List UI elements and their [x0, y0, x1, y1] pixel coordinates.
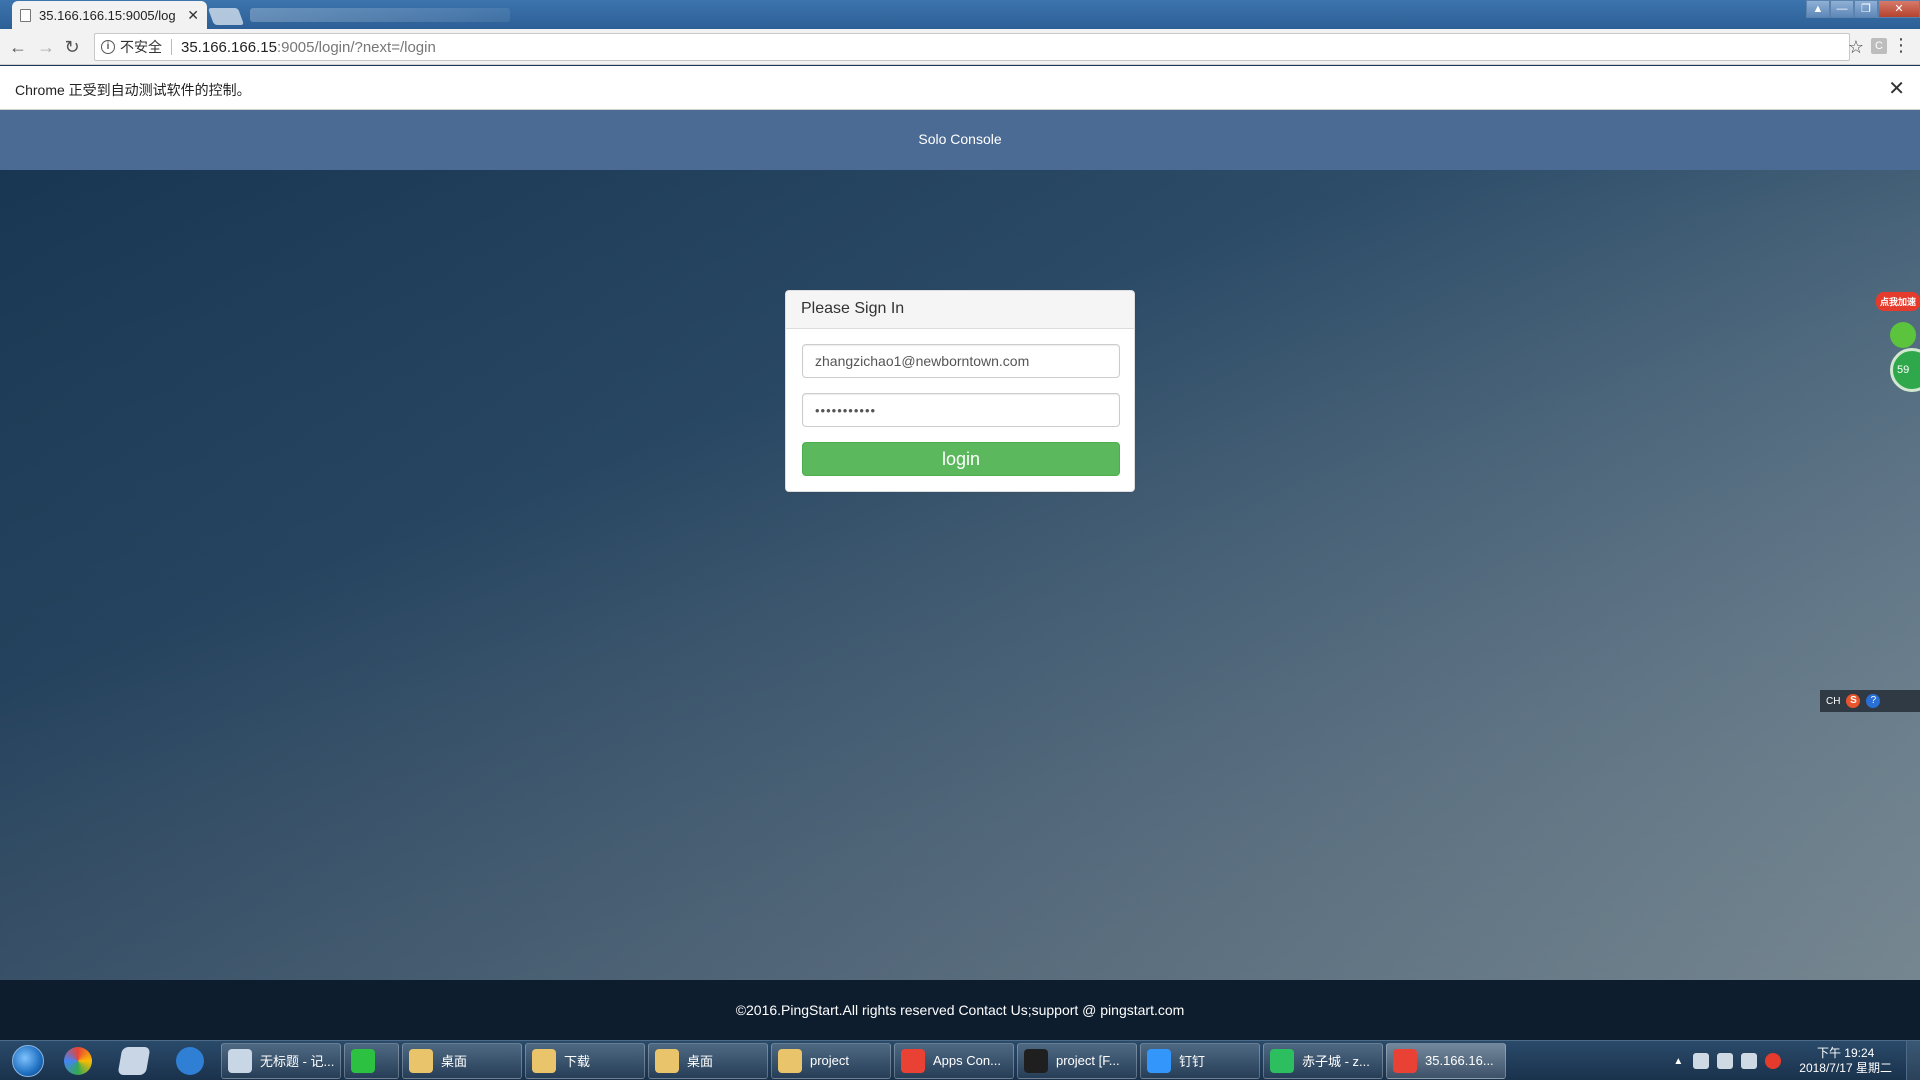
taskbar-button-label: 桌面: [441, 1054, 468, 1069]
taskbar-button[interactable]: Apps Con...: [894, 1042, 1014, 1079]
sogou-s-icon[interactable]: S: [1846, 694, 1861, 708]
window-extra-button[interactable]: ▲: [1806, 0, 1830, 18]
browser-toolbar: ← → ↻ i 不安全 35.166.166.15 :9005/login/?n…: [0, 29, 1920, 65]
reload-icon[interactable]: ↻: [62, 37, 82, 57]
browser-menu-icon[interactable]: ⋮: [1892, 35, 1910, 56]
sign-in-panel: Please Sign In login: [785, 290, 1135, 492]
tab-title: 35.166.166.15:9005/log: [39, 7, 176, 23]
tray-network-icon[interactable]: [1717, 1053, 1734, 1069]
show-desktop-button[interactable]: [1906, 1041, 1920, 1080]
taskbar-button-label: 钉钉: [1179, 1054, 1206, 1069]
taskbar-button-label: project: [810, 1053, 850, 1068]
color-wheel-icon: [64, 1046, 92, 1075]
frog-mascot-icon: [1890, 322, 1916, 348]
not-secure-label: 不安全: [120, 39, 162, 55]
bookmark-star-icon[interactable]: ☆: [1848, 37, 1864, 58]
tab-close-icon[interactable]: ✕: [187, 7, 199, 24]
window-controls: ▲ — ❐ ✕: [1806, 0, 1920, 18]
ime-help-icon[interactable]: ?: [1866, 694, 1881, 708]
navbar-brand[interactable]: Solo Console: [0, 131, 1920, 147]
windows-logo-icon: [12, 1044, 44, 1077]
app-icon: [655, 1048, 679, 1073]
pinned-app-2[interactable]: [106, 1042, 162, 1080]
system-clock[interactable]: 下午 19:24 2018/7/17 星期二: [1799, 1046, 1892, 1076]
app-icon: [351, 1048, 375, 1073]
taskbar-button-label: Apps Con...: [933, 1053, 1001, 1068]
password-field[interactable]: [802, 393, 1120, 427]
taskbar-button-label: project [F...: [1056, 1053, 1120, 1068]
speed-ball[interactable]: 59: [1890, 348, 1920, 392]
system-tray: ▲ 下午 19:24 2018/7/17 星期二: [1673, 1041, 1920, 1080]
new-tab-button[interactable]: [207, 8, 245, 25]
taskbar-button[interactable]: project: [771, 1042, 891, 1079]
accelerate-badge[interactable]: 点我加速: [1875, 292, 1920, 311]
extension-c-icon[interactable]: C: [1871, 38, 1887, 54]
panel-title: Please Sign In: [786, 291, 1134, 329]
app-icon: [778, 1048, 802, 1073]
app-icon: [532, 1048, 556, 1073]
automation-infobar: Chrome 正受到自动测试软件的控制。 ✕: [0, 66, 1920, 110]
ime-language[interactable]: CH: [1826, 696, 1840, 707]
notepad-icon: [117, 1046, 151, 1075]
app-icon: [228, 1048, 252, 1073]
email-field[interactable]: [802, 344, 1120, 378]
app-icon: [901, 1048, 925, 1073]
app-icon: [1393, 1048, 1417, 1073]
app-icon: [1147, 1048, 1171, 1073]
taskbar-button[interactable]: 35.166.16...: [1386, 1042, 1506, 1079]
internet-explorer-icon: [176, 1046, 204, 1075]
taskbar-button-label: 赤子城 - z...: [1302, 1054, 1370, 1069]
infobar-message: Chrome 正受到自动测试软件的控制。: [15, 82, 251, 98]
clock-time: 下午 19:24: [1816, 1046, 1875, 1060]
app-icon: [409, 1048, 433, 1073]
taskbar-button[interactable]: 桌面: [402, 1042, 522, 1079]
browser-tab-active[interactable]: 35.166.166.15:9005/log ✕: [12, 1, 207, 29]
infobar-close-icon[interactable]: ✕: [1888, 76, 1905, 101]
taskbar-button[interactable]: [344, 1042, 399, 1079]
ime-toolbar[interactable]: CH S ?: [1820, 690, 1920, 712]
taskbar-tasks: 无标题 - 记... 桌面 下载 桌面 project Apps Con... projec…: [218, 1042, 1506, 1079]
taskbar-button-label: 下载: [564, 1054, 591, 1069]
address-bar[interactable]: i 不安全 35.166.166.15 :9005/login/?next=/l…: [94, 33, 1850, 61]
windows-taskbar: 无标题 - 记... 桌面 下载 桌面 project Apps Con... projec…: [0, 1040, 1920, 1080]
window-minimize-button[interactable]: —: [1830, 0, 1854, 18]
taskbar-button[interactable]: 无标题 - 记...: [221, 1042, 341, 1079]
browser-tab-bar: 35.166.166.15:9005/log ✕ ▲ — ❐ ✕: [0, 0, 1920, 29]
forward-arrow-icon[interactable]: →: [36, 37, 56, 57]
taskbar-button[interactable]: 桌面: [648, 1042, 768, 1079]
accelerator-widget[interactable]: 点我加速 59: [1872, 292, 1920, 392]
footer-text: ©2016.PingStart.All rights reserved Cont…: [735, 1002, 1185, 1018]
blurred-tab-strip: [250, 8, 510, 22]
page-favicon-icon: [20, 8, 31, 22]
address-separator: [171, 39, 172, 55]
taskbar-button[interactable]: 下载: [525, 1042, 645, 1079]
tray-qq-icon[interactable]: [1765, 1053, 1782, 1069]
taskbar-button-label: 桌面: [687, 1054, 714, 1069]
tray-display-icon[interactable]: [1741, 1053, 1758, 1069]
taskbar-button-label: 无标题 - 记...: [260, 1054, 335, 1069]
login-button[interactable]: login: [802, 442, 1120, 476]
url-path: :9005/login/?next=/login: [276, 38, 436, 56]
clock-date: 2018/7/17 星期二: [1799, 1061, 1892, 1075]
top-navbar: Solo Console: [0, 110, 1920, 170]
page-footer: ©2016.PingStart.All rights reserved Cont…: [0, 980, 1920, 1040]
info-icon[interactable]: i: [101, 40, 115, 54]
pinned-app-1[interactable]: [50, 1042, 106, 1080]
tray-app-icon[interactable]: [1693, 1053, 1710, 1069]
page-background: Solo Console Please Sign In login 点我加速 5…: [0, 110, 1920, 1040]
taskbar-button[interactable]: 钉钉: [1140, 1042, 1260, 1079]
app-icon: [1270, 1048, 1294, 1073]
app-icon: [1024, 1048, 1048, 1073]
start-button[interactable]: [6, 1042, 50, 1080]
window-restore-button[interactable]: ❐: [1854, 0, 1878, 18]
taskbar-button[interactable]: 赤子城 - z...: [1263, 1042, 1383, 1079]
back-arrow-icon[interactable]: ←: [8, 37, 28, 57]
window-close-button[interactable]: ✕: [1878, 0, 1920, 18]
pinned-ie[interactable]: [162, 1042, 218, 1080]
tray-expand-icon[interactable]: ▲: [1673, 1056, 1683, 1067]
url-host: 35.166.166.15: [181, 38, 277, 56]
taskbar-button-label: 35.166.16...: [1425, 1053, 1494, 1068]
taskbar-button[interactable]: project [F...: [1017, 1042, 1137, 1079]
